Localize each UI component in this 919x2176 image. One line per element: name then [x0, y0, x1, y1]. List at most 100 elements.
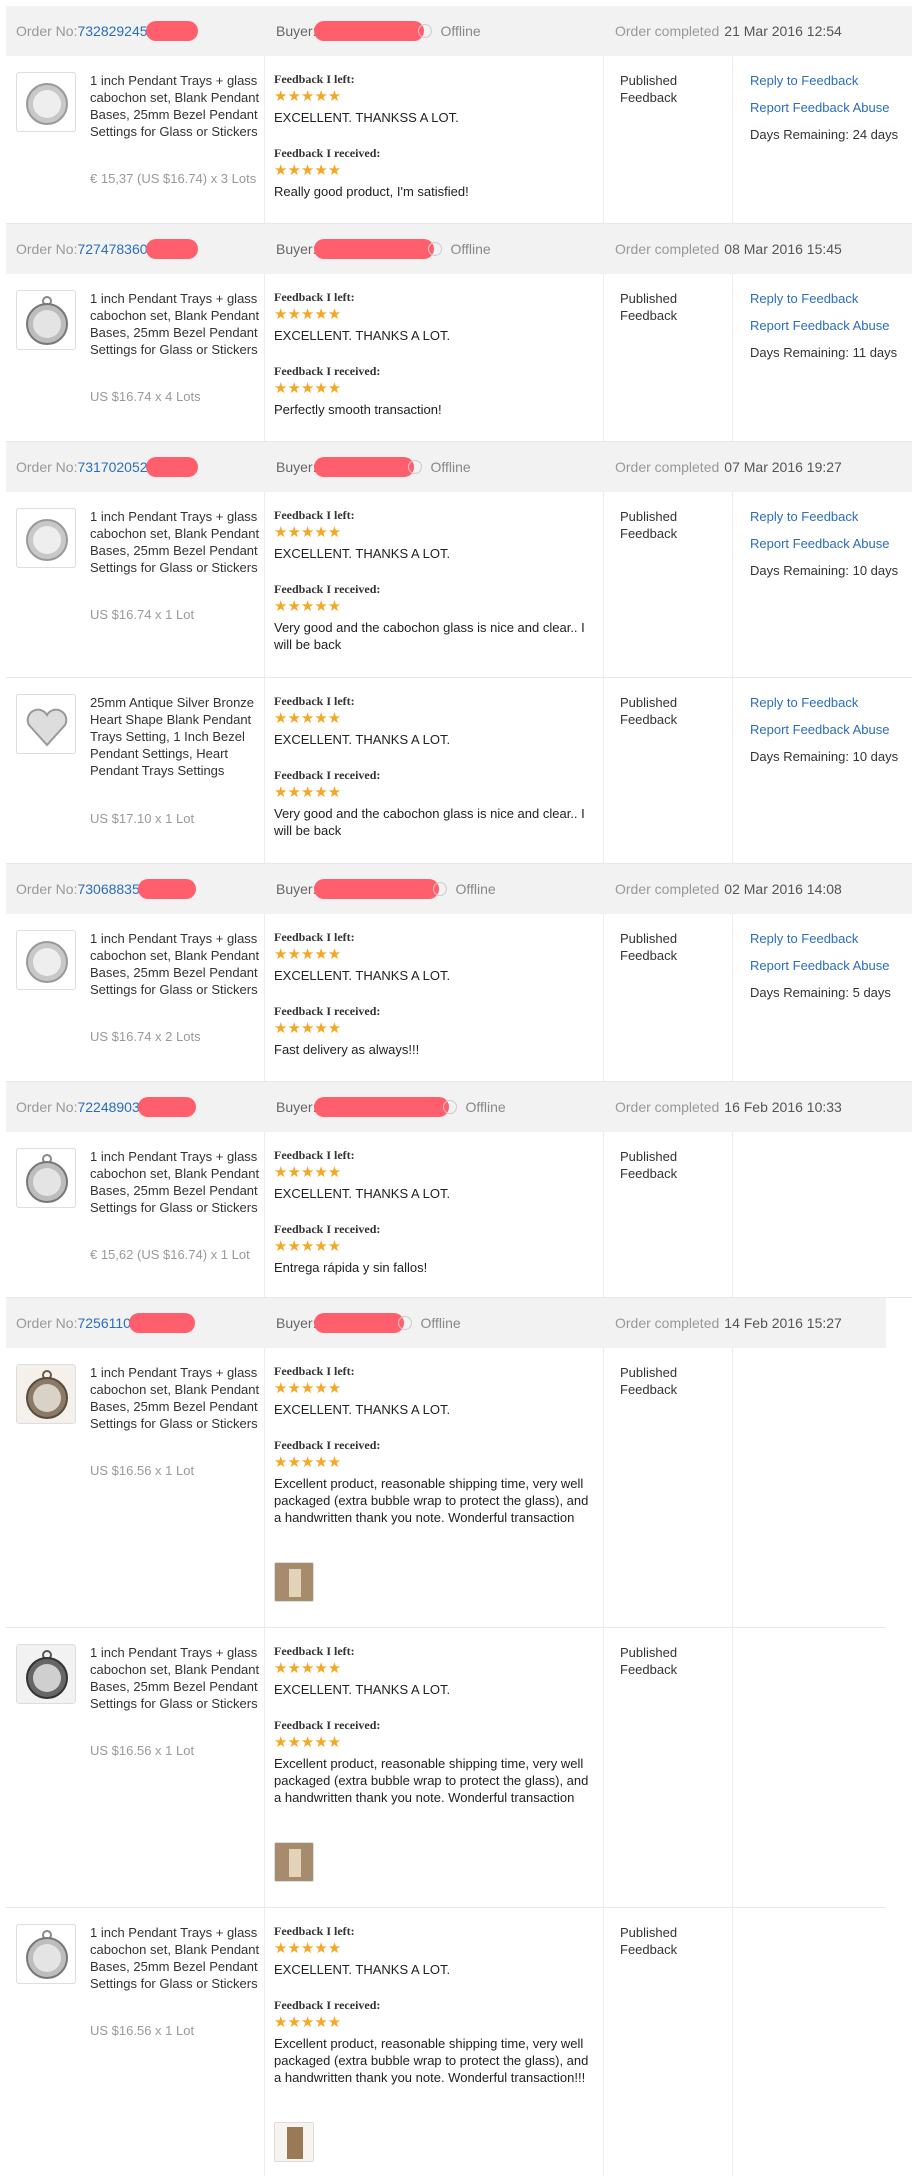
order-number-link[interactable]: 727478360 [77, 241, 147, 257]
product-thumbnail[interactable] [16, 930, 76, 990]
feedback-received-text: Very good and the cabochon glass is nice… [274, 806, 585, 838]
feedback-received-text: Very good and the cabochon glass is nice… [274, 620, 585, 652]
column-divider [603, 1348, 604, 1627]
reply-feedback-link[interactable]: Reply to Feedback [750, 285, 919, 312]
product-title[interactable]: 1 inch Pendant Trays + glass cabochon se… [90, 290, 265, 358]
product-title[interactable]: 1 inch Pendant Trays + glass cabochon se… [90, 1924, 265, 1992]
feedback-left-text: EXCELLENT. THANKS A LOT. [274, 1402, 451, 1417]
reply-feedback-link[interactable]: Reply to Feedback [750, 67, 919, 94]
redacted-block [314, 239, 435, 259]
order-number-link[interactable]: 7256110 [77, 1315, 130, 1331]
buyer-status: Offline [455, 881, 496, 897]
buyer-status: Offline [465, 1099, 506, 1115]
chat-status-icon [398, 1316, 413, 1330]
product-title[interactable]: 25mm Antique Silver Bronze Heart Shape B… [90, 694, 265, 779]
product-price: € 15,62 (US $16.74) x 1 Lot [90, 1247, 250, 1262]
redacted-block [314, 879, 440, 899]
pendant-image-icon [26, 519, 68, 561]
redacted-block [137, 1097, 196, 1117]
reply-feedback-link[interactable]: Reply to Feedback [750, 925, 919, 952]
feedback-column: Feedback I left: ★★★★★ EXCELLENT. THANKS… [274, 508, 594, 653]
reply-feedback-link[interactable]: Reply to Feedback [750, 689, 919, 716]
order-number-link[interactable]: 732829245 [77, 23, 147, 39]
order-no-label: Order No: [16, 459, 78, 475]
product-title[interactable]: 1 inch Pendant Trays + glass cabochon se… [90, 72, 265, 140]
column-divider [603, 1628, 604, 1907]
buyer-status: Offline [450, 241, 491, 257]
order-date: 16 Feb 2016 10:33 [724, 1099, 842, 1115]
buyer-label: Buyer: [276, 881, 317, 897]
order-item-row: 1 inch Pendant Trays + glass cabochon se… [6, 1908, 886, 2176]
report-abuse-link[interactable]: Report Feedback Abuse [750, 716, 919, 743]
feedback-received-label: Feedback I received: [274, 1222, 381, 1236]
product-title[interactable]: 1 inch Pendant Trays + glass cabochon se… [90, 508, 265, 576]
feedback-left-text: EXCELLENT. THANKS A LOT. [274, 1682, 451, 1697]
order-completed: Order completed 14 Feb 2016 15:27 [615, 1298, 842, 1348]
product-title[interactable]: 1 inch Pendant Trays + glass cabochon se… [90, 1148, 265, 1216]
order-item-row: 1 inch Pendant Trays + glass cabochon se… [6, 914, 912, 1082]
star-rating-received: ★★★★★ [274, 598, 342, 615]
report-abuse-link[interactable]: Report Feedback Abuse [750, 952, 919, 979]
order-completed-label: Order completed [615, 241, 720, 257]
order-item-row: 1 inch Pendant Trays + glass cabochon se… [6, 56, 912, 224]
buyer-label: Buyer: [276, 23, 317, 39]
feedback-left-label: Feedback I left: [274, 694, 355, 708]
feedback-left-text: EXCELLENT. THANKS A LOT. [274, 968, 451, 983]
product-title[interactable]: 1 inch Pendant Trays + glass cabochon se… [90, 1364, 265, 1432]
feedback-left-label: Feedback I left: [274, 1644, 355, 1658]
feedback-received-label: Feedback I received: [274, 364, 381, 378]
order-completed: Order completed 07 Mar 2016 19:27 [615, 442, 842, 492]
chat-status-icon [418, 24, 433, 38]
order-header: Order No: 732829245 Buyer: Offline Order… [6, 6, 912, 56]
pendant-image-icon [26, 1154, 68, 1203]
order-header: Order No: 72248903 Buyer: Offline Order … [6, 1082, 912, 1132]
buyer-photo[interactable] [274, 1842, 314, 1882]
product-thumbnail[interactable] [16, 508, 76, 568]
chat-status-icon [408, 460, 423, 474]
buyer-photo[interactable] [274, 1562, 314, 1602]
feedback-left-label: Feedback I left: [274, 290, 355, 304]
published-feedback: Published Feedback [620, 1645, 678, 1677]
order-number-link[interactable]: 72248903 [77, 1099, 139, 1115]
column-divider [603, 492, 604, 677]
buyer-info: Buyer: Offline [276, 6, 481, 56]
product-thumbnail[interactable] [16, 1364, 76, 1424]
feedback-received-label: Feedback I received: [274, 146, 381, 160]
product-thumbnail[interactable] [16, 1924, 76, 1984]
published-feedback: Published Feedback [620, 1149, 678, 1181]
product-thumbnail[interactable] [16, 1148, 76, 1208]
days-remaining: Days Remaining: 10 days [750, 749, 899, 764]
feedback-left-text: EXCELLENT. THANKS A LOT. [274, 1186, 451, 1201]
report-abuse-link[interactable]: Report Feedback Abuse [750, 312, 919, 339]
order-date: 07 Mar 2016 19:27 [724, 459, 842, 475]
order-number: Order No: 731702052 [16, 442, 198, 492]
feedback-actions: Reply to Feedback Report Feedback Abuse … [750, 925, 919, 1006]
product-title[interactable]: 1 inch Pendant Trays + glass cabochon se… [90, 1644, 265, 1712]
order-number-link[interactable]: 73068835 [77, 881, 139, 897]
order-header: Order No: 727478360 Buyer: Offline Order… [6, 224, 912, 274]
star-rating-left: ★★★★★ [274, 1380, 342, 1397]
product-price: US $16.74 x 2 Lots [90, 1029, 201, 1044]
product-price: US $16.56 x 1 Lot [90, 1743, 195, 1758]
buyer-status: Offline [430, 459, 471, 475]
buyer-label: Buyer: [276, 1099, 317, 1115]
product-thumbnail[interactable] [16, 290, 76, 350]
buyer-photo[interactable] [274, 2122, 314, 2162]
order-number: Order No: 7256110 [16, 1298, 195, 1348]
product-thumbnail[interactable] [16, 72, 76, 132]
order-completed-label: Order completed [615, 1315, 720, 1331]
reply-feedback-link[interactable]: Reply to Feedback [750, 503, 919, 530]
report-abuse-link[interactable]: Report Feedback Abuse [750, 94, 919, 121]
published-feedback: Published Feedback [620, 509, 678, 541]
column-divider [732, 678, 733, 863]
product-thumbnail[interactable] [16, 1644, 76, 1704]
order-item-row: 1 inch Pendant Trays + glass cabochon se… [6, 274, 912, 442]
report-abuse-link[interactable]: Report Feedback Abuse [750, 530, 919, 557]
feedback-column: Feedback I left: ★★★★★ EXCELLENT. THANKS… [274, 1364, 594, 1526]
buyer-status: Offline [420, 1315, 461, 1331]
order-number-link[interactable]: 731702052 [77, 459, 147, 475]
product-title[interactable]: 1 inch Pendant Trays + glass cabochon se… [90, 930, 265, 998]
order-no-label: Order No: [16, 23, 78, 39]
buyer-info: Buyer: Offline [276, 1298, 461, 1348]
product-thumbnail[interactable] [16, 694, 76, 754]
